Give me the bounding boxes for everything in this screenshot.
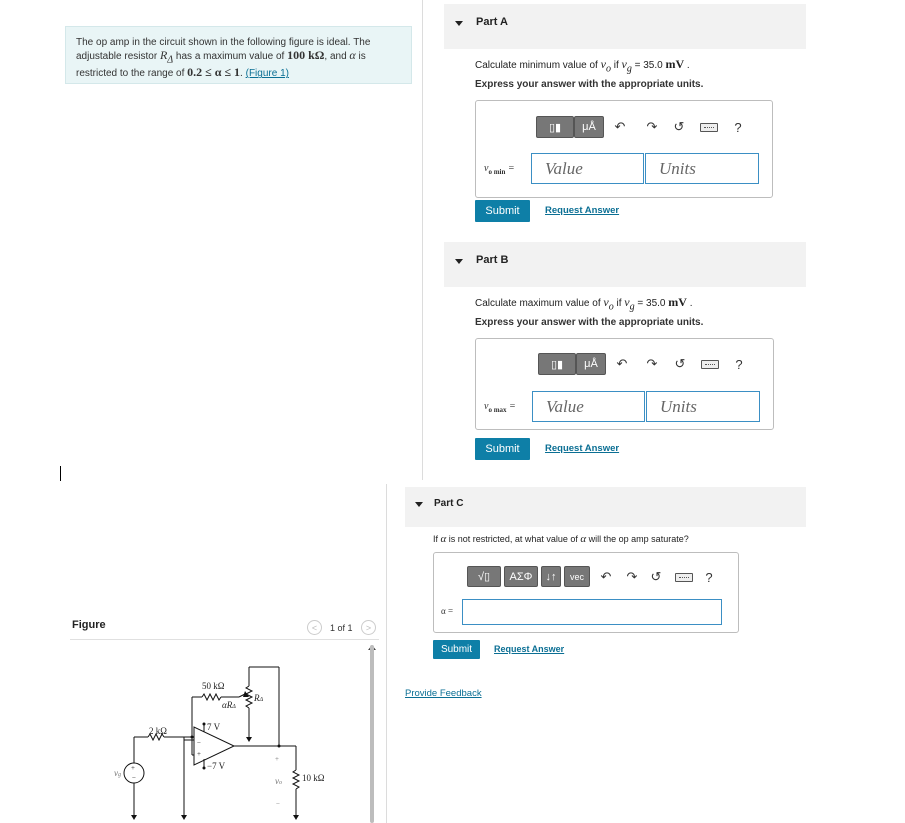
vo-min-label: vo min = (484, 163, 515, 176)
units-button[interactable]: μÅ (576, 353, 606, 375)
part-c-answer-box: √▯ ΑΣΦ ↓↑ vec ↶ ↷ ↺ ? α = (433, 552, 739, 633)
prev-figure-button[interactable]: < (307, 620, 322, 635)
value-input[interactable]: Value (531, 153, 644, 184)
keyboard-icon[interactable] (700, 123, 718, 132)
circuit-diagram: 50 kΩ αRΔ RΔ 7 V −7 V 2 kΩ vg vo 10 kΩ +… (114, 666, 325, 820)
part-c-title: Part C (434, 498, 464, 509)
provide-feedback-link[interactable]: Provide Feedback (405, 688, 482, 699)
templates-button[interactable]: ▯▮ (536, 116, 574, 138)
collapse-triangle-icon (455, 259, 463, 264)
figure-pager: 1 of 1 (330, 623, 353, 633)
help-icon[interactable]: ? (701, 569, 717, 585)
units-input[interactable]: Units (646, 391, 760, 422)
collapse-triangle-icon (415, 502, 423, 507)
part-c-header[interactable]: Part C (405, 487, 806, 527)
part-b-submit-button[interactable]: Submit (475, 438, 530, 460)
part-a-answer-box: ▯▮ μÅ ↶ ↷ ↺ ? vo min = Value Units (475, 100, 773, 198)
help-icon[interactable]: ? (731, 356, 747, 372)
part-a-question: Calculate minimum value of vo if vg = 35… (475, 57, 690, 75)
undo-icon[interactable]: ↶ (614, 356, 630, 372)
vo-max-label: vo max = (484, 401, 516, 414)
vo-plus: + (275, 755, 279, 763)
keyboard-icon[interactable] (701, 360, 719, 369)
opamp-minus: − (197, 739, 201, 747)
vo-minus: − (276, 800, 280, 808)
part-c-submit-button[interactable]: Submit (433, 640, 480, 659)
arrows-button[interactable]: ↓↑ (541, 566, 561, 587)
label-vo: vo (275, 776, 282, 786)
part-b-question: Calculate maximum value of vo if vg = 35… (475, 295, 693, 313)
reset-icon[interactable]: ↺ (672, 356, 688, 372)
label-10k: 10 kΩ (302, 773, 325, 783)
templates-button[interactable]: ▯▮ (538, 353, 576, 375)
units-input[interactable]: Units (645, 153, 759, 184)
redo-icon[interactable]: ↷ (624, 569, 640, 585)
reset-icon[interactable]: ↺ (648, 569, 664, 585)
column-divider (386, 484, 387, 823)
redo-icon[interactable]: ↷ (644, 119, 660, 135)
alpha-range: 0.2 ≤ α ≤ 1 (187, 65, 241, 80)
label-neg7v: −7 V (207, 761, 226, 771)
resistor-50k (201, 692, 222, 702)
value-input[interactable]: Value (532, 391, 645, 422)
part-b-header[interactable]: Part B (444, 242, 806, 287)
part-a-submit-button[interactable]: Submit (475, 200, 530, 222)
figure-divider (70, 639, 379, 640)
part-b-instruction: Express your answer with the appropriate… (475, 317, 704, 328)
source-plus: + (131, 764, 135, 772)
part-a-title: Part A (476, 16, 508, 28)
figure-link[interactable]: (Figure 1) (246, 68, 289, 79)
figure-scrollbar[interactable] (370, 645, 374, 823)
part-a-header[interactable]: Part A (444, 4, 806, 49)
figure-title: Figure (72, 619, 106, 631)
help-icon[interactable]: ? (730, 119, 746, 135)
keyboard-icon[interactable] (675, 573, 693, 582)
part-b-answer-box: ▯▮ μÅ ↶ ↷ ↺ ? vo max = Value Units (475, 338, 774, 430)
vector-button[interactable]: vec (564, 566, 590, 587)
opamp-plus: + (197, 750, 201, 758)
math-templates-button[interactable]: √▯ (467, 566, 501, 587)
max-value: 100 kΩ (287, 48, 325, 62)
ra-symbol: RΔ (159, 48, 174, 66)
problem-text: , and (324, 51, 350, 62)
label-alpha-ra: αRΔ (222, 700, 236, 710)
reset-icon[interactable]: ↺ (671, 119, 687, 135)
problem-statement: The op amp in the circuit shown in the f… (65, 26, 412, 84)
collapse-triangle-icon (455, 21, 463, 26)
label-pos7v: 7 V (207, 722, 221, 732)
label-2k: 2 kΩ (149, 726, 167, 736)
greek-button[interactable]: ΑΣΦ (504, 566, 538, 587)
resistor-10k (291, 769, 301, 790)
part-a-instruction: Express your answer with the appropriate… (475, 79, 704, 90)
alpha-label: α = (441, 606, 454, 616)
redo-icon[interactable]: ↷ (644, 356, 660, 372)
part-b-title: Part B (476, 254, 509, 266)
problem-text: has a maximum value of (173, 51, 288, 62)
label-vg: vg (114, 768, 121, 778)
alpha-input[interactable] (462, 599, 722, 625)
column-divider (422, 0, 423, 480)
undo-icon[interactable]: ↶ (598, 569, 614, 585)
undo-icon[interactable]: ↶ (612, 119, 628, 135)
next-figure-button[interactable]: > (361, 620, 376, 635)
part-c-request-answer-link[interactable]: Request Answer (494, 644, 564, 654)
label-50k: 50 kΩ (202, 681, 225, 691)
label-ra: RΔ (253, 693, 264, 703)
part-c-question: If α is not restricted, at what value of… (433, 533, 689, 545)
text-cursor (60, 466, 61, 481)
part-b-request-answer-link[interactable]: Request Answer (545, 443, 619, 454)
part-a-request-answer-link[interactable]: Request Answer (545, 205, 619, 216)
units-button[interactable]: μÅ (574, 116, 604, 138)
source-minus: − (132, 774, 136, 782)
